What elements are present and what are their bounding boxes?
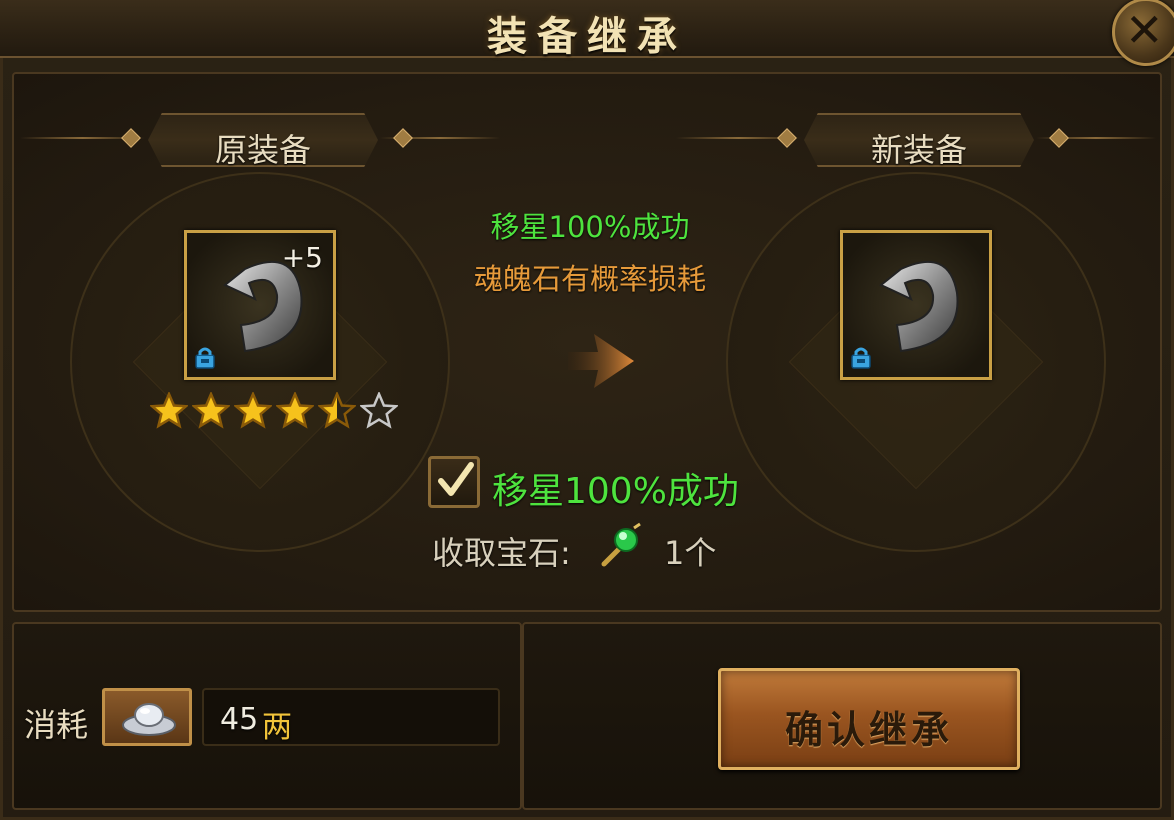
- star-filled-icon: [150, 392, 188, 429]
- target-item-slot[interactable]: [840, 230, 992, 380]
- hook-weapon-icon: [879, 260, 959, 353]
- dialog-title: 装备继承: [487, 13, 687, 60]
- arrow-right-icon: [568, 334, 634, 388]
- lock-icon: [851, 347, 871, 369]
- confirm-button-label: 确认继承: [784, 707, 953, 752]
- title-bar: 装备继承: [0, 0, 1174, 60]
- green-gem-icon: [601, 522, 641, 567]
- target-label: 新装备: [870, 131, 967, 169]
- original-item-slot[interactable]: +5: [184, 230, 336, 380]
- silver-ingot-icon: [122, 703, 176, 736]
- target-banner: 新装备: [804, 113, 1034, 167]
- cost-amount-field: 45 两: [202, 688, 500, 746]
- close-button[interactable]: ✕: [1112, 0, 1174, 66]
- star-half-icon: [318, 392, 356, 429]
- gem-cost-label: 收取宝石:: [432, 534, 571, 572]
- lock-icon: [195, 347, 215, 369]
- star-filled-icon: [276, 392, 314, 429]
- success-rate-text: 移星100%成功: [490, 210, 690, 244]
- original-label: 原装备: [214, 131, 311, 169]
- star-filled-icon: [192, 392, 230, 429]
- checkbox-label[interactable]: 移星100%成功: [492, 462, 739, 514]
- silver-currency-slot: [102, 688, 192, 746]
- cost-label: 消耗: [24, 706, 89, 744]
- check-icon: [438, 462, 474, 496]
- cost-unit: 两: [262, 710, 292, 745]
- star-rating: [150, 392, 398, 430]
- enhance-level: +5: [281, 241, 323, 274]
- cost-amount: 45: [220, 702, 259, 737]
- confirm-inherit-button[interactable]: 确认继承: [718, 668, 1020, 770]
- original-banner: 原装备: [148, 113, 378, 167]
- gem-count: 1个: [664, 534, 717, 572]
- success-checkbox[interactable]: [428, 456, 480, 508]
- warning-text: 魂魄石有概率损耗: [473, 262, 706, 296]
- star-empty-icon: [360, 392, 398, 429]
- star-filled-icon: [234, 392, 272, 429]
- close-icon: ✕: [1125, 3, 1164, 57]
